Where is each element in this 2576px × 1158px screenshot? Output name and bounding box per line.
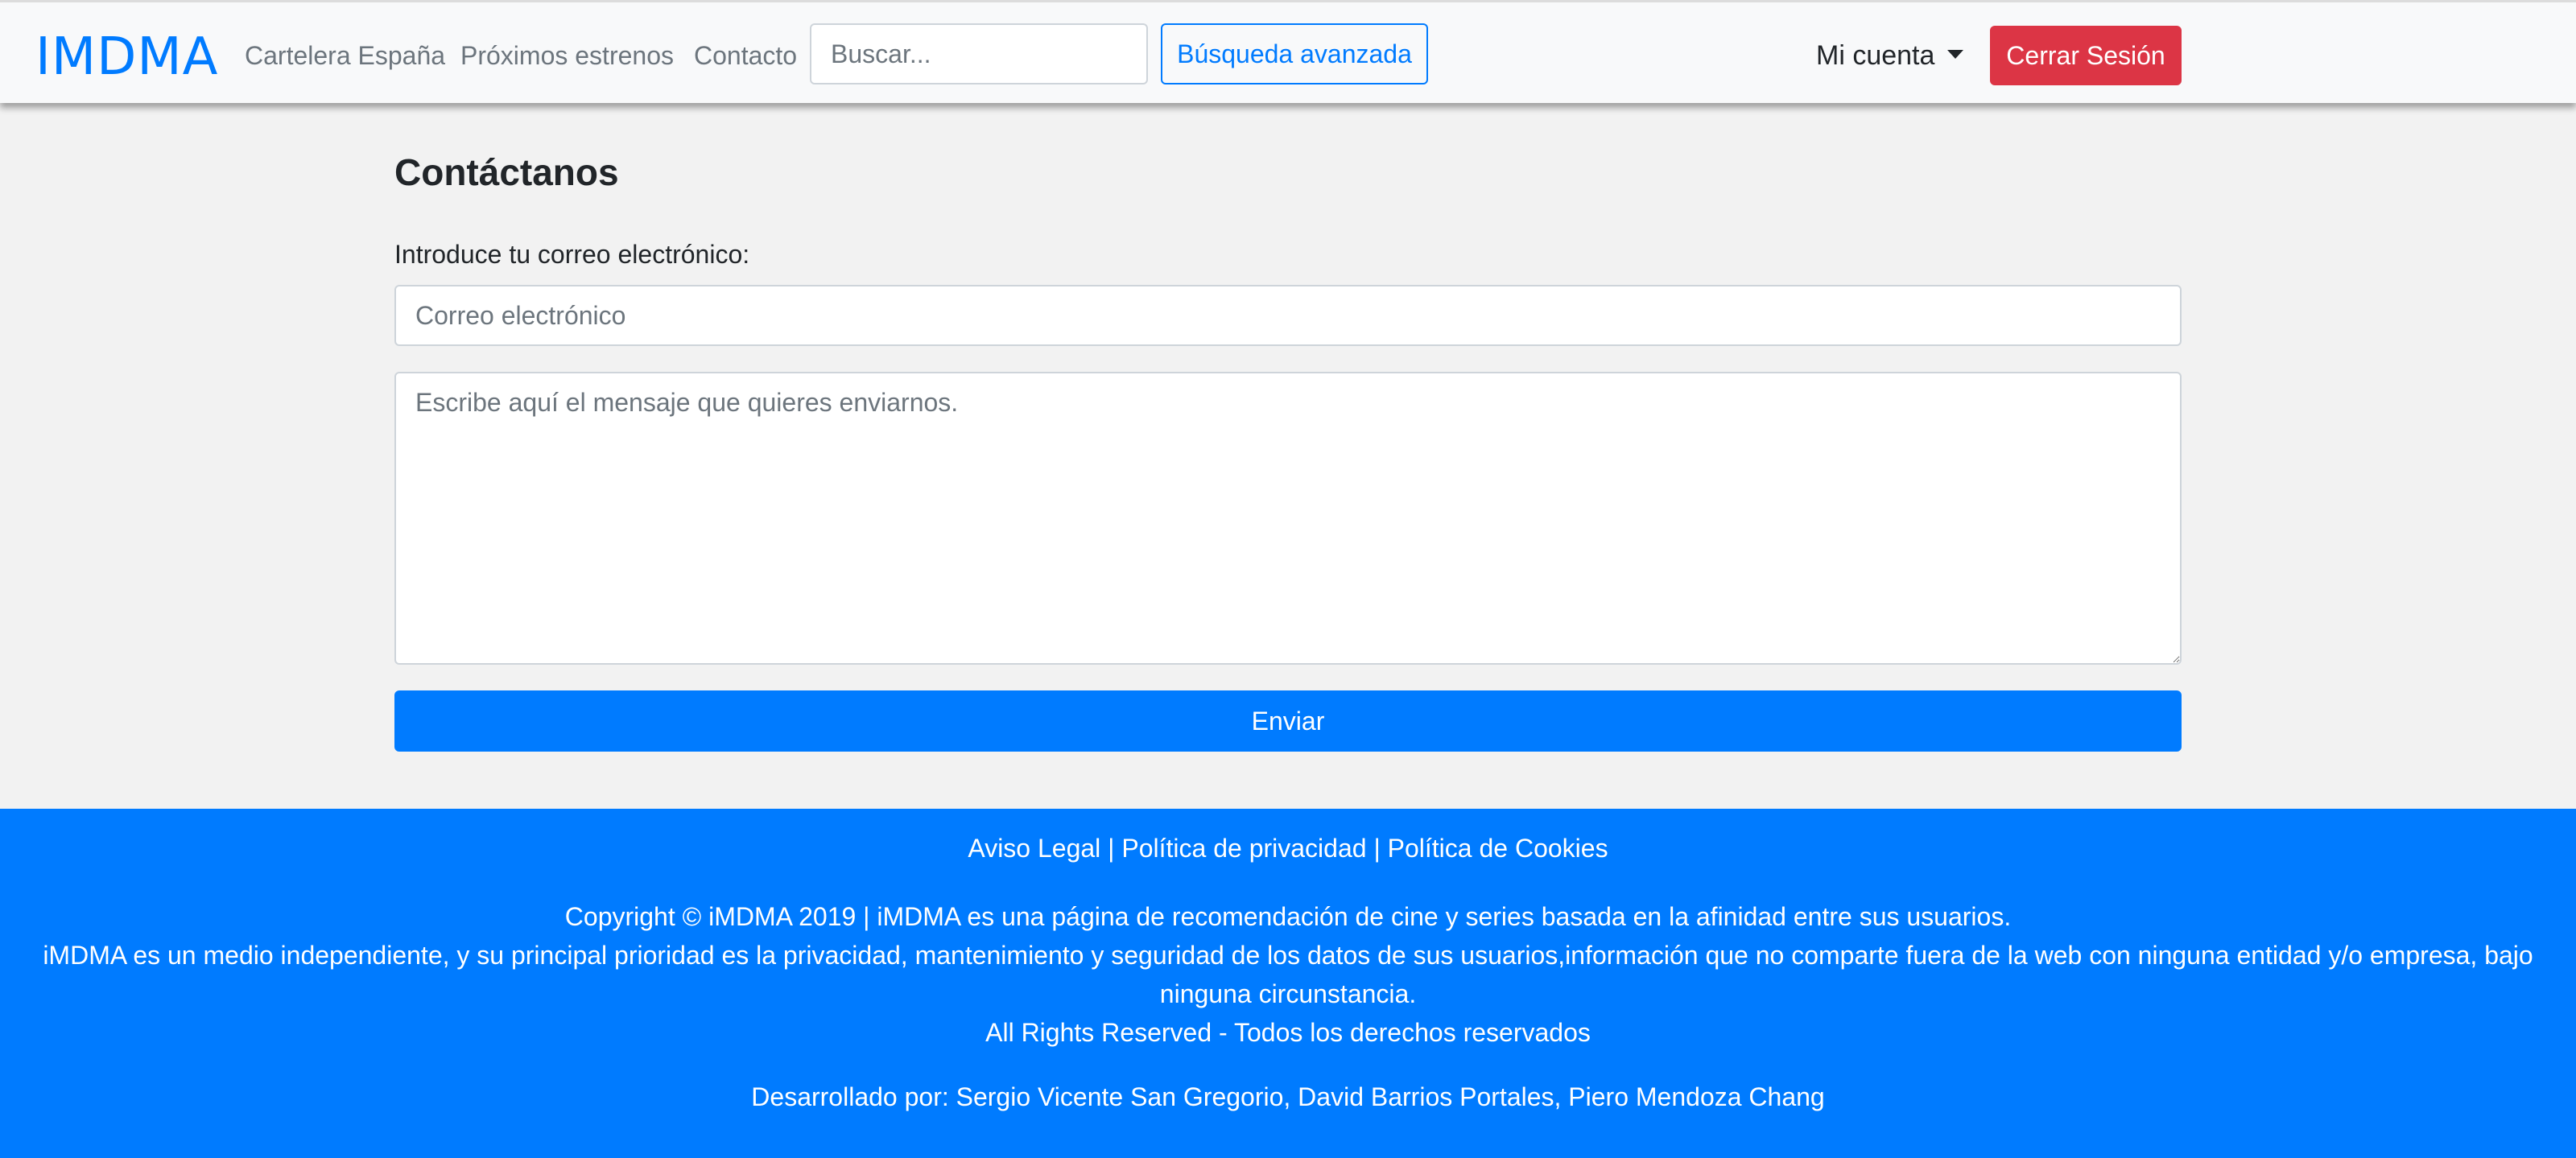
nav-link-proximos-estrenos[interactable]: Próximos estrenos [460, 38, 674, 73]
account-dropdown[interactable]: Mi cuenta [1816, 38, 1964, 73]
logout-button[interactable]: Cerrar Sesión [1990, 26, 2182, 85]
footer-link-aviso-legal[interactable]: Aviso Legal [968, 834, 1100, 863]
nav-link-contacto[interactable]: Contacto [694, 38, 797, 73]
email-label: Introduce tu correo electrónico: [394, 240, 750, 269]
account-label: Mi cuenta [1816, 40, 1935, 71]
footer-separator: | [1373, 834, 1381, 863]
footer: Aviso Legal | Política de privacidad | P… [0, 809, 2576, 1158]
footer-separator: | [1108, 834, 1115, 863]
footer-independent-line-1: iMDMA es un medio independiente, y su pr… [43, 941, 2533, 970]
caret-down-icon [1947, 49, 1964, 59]
submit-button[interactable]: Enviar [394, 690, 2182, 752]
footer-links: Aviso Legal | Política de privacidad | P… [0, 830, 2576, 867]
footer-developers: Desarrollado por: Sergio Vicente San Gre… [751, 1082, 1825, 1111]
footer-link-cookies[interactable]: Política de Cookies [1388, 834, 1608, 863]
search-input[interactable] [810, 23, 1148, 84]
footer-copyright: Copyright © iMDMA 2019 | iMDMA es una pá… [564, 902, 2012, 931]
footer-rights: All Rights Reserved - Todos los derechos… [985, 1018, 1591, 1047]
advanced-search-button[interactable]: Búsqueda avanzada [1161, 23, 1428, 84]
top-navbar: IMDMA Cartelera España Próximos estrenos… [0, 0, 2576, 103]
footer-link-privacidad[interactable]: Política de privacidad [1121, 834, 1366, 863]
brand-logo[interactable]: IMDMA [35, 27, 218, 88]
nav-link-cartelera[interactable]: Cartelera España [245, 38, 445, 73]
footer-independent-line-2: ninguna circunstancia. [1159, 979, 1417, 1008]
page-title: Contáctanos [394, 151, 619, 193]
message-textarea[interactable] [394, 372, 2182, 665]
email-field[interactable] [394, 285, 2182, 346]
